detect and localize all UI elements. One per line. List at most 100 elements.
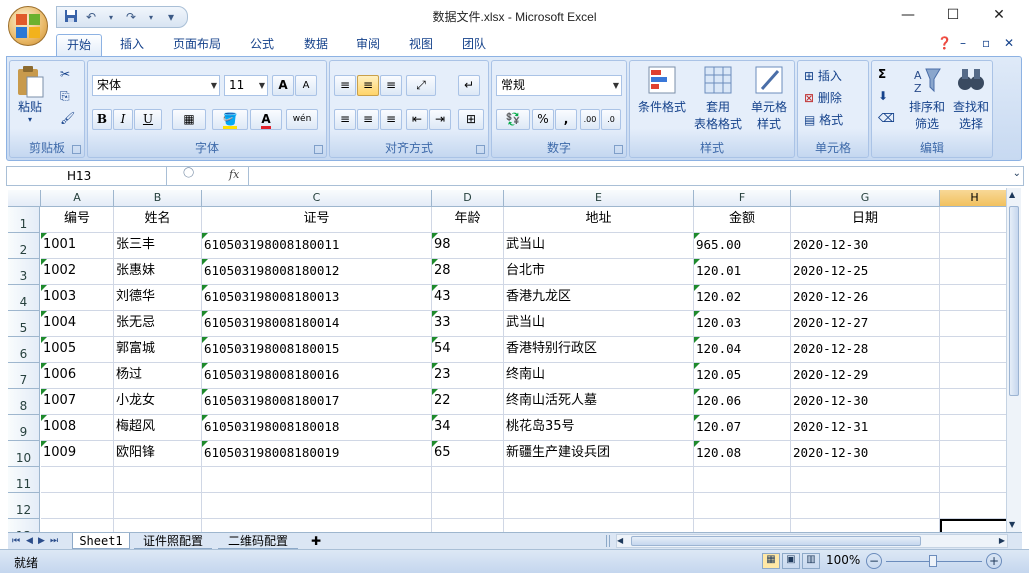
table-cell[interactable]: 610503198008180016 <box>202 363 432 389</box>
table-cell[interactable]: 小龙女 <box>114 389 202 415</box>
increase-decimal-button[interactable]: .00 <box>580 109 600 130</box>
scroll-left-icon[interactable]: ◀ <box>617 535 623 547</box>
alignment-launcher-icon[interactable] <box>476 145 485 154</box>
align-middle-button[interactable]: ≡ <box>357 75 379 96</box>
table-cell[interactable]: 张无忌 <box>114 311 202 337</box>
grow-font-button[interactable]: A <box>272 75 294 96</box>
maximize-button[interactable]: ☐ <box>930 0 976 30</box>
close-button[interactable]: ✕ <box>976 0 1022 30</box>
scroll-up-icon[interactable]: ▲ <box>1009 190 1019 200</box>
table-cell[interactable]: 22 <box>432 389 504 415</box>
sort-filter-button[interactable]: AZ 排序和 筛选 <box>906 65 948 132</box>
format-as-table-button[interactable]: 套用 表格格式 <box>692 65 744 132</box>
fill-color-button[interactable]: 🪣 <box>212 109 248 130</box>
table-cell[interactable]: 香港特别行政区 <box>504 337 694 363</box>
table-cell[interactable] <box>202 467 432 493</box>
table-cell[interactable]: 610503198008180017 <box>202 389 432 415</box>
table-cell[interactable]: 120.03 <box>694 311 791 337</box>
help-icon[interactable]: ❓ <box>937 36 952 50</box>
align-top-button[interactable]: ≡ <box>334 75 356 96</box>
table-cell[interactable]: 香港九龙区 <box>504 285 694 311</box>
row-header[interactable]: 2 <box>8 233 40 259</box>
column-header[interactable]: D <box>432 190 504 207</box>
table-cell[interactable] <box>940 311 1006 337</box>
office-button[interactable] <box>8 6 48 46</box>
row-header[interactable]: 6 <box>8 337 40 363</box>
table-cell[interactable]: 张惠妹 <box>114 259 202 285</box>
table-cell[interactable]: 郭富城 <box>114 337 202 363</box>
clipboard-launcher-icon[interactable] <box>72 145 81 154</box>
table-cell[interactable]: 610503198008180014 <box>202 311 432 337</box>
font-launcher-icon[interactable] <box>314 145 323 154</box>
undo-dropdown-icon[interactable]: ▾ <box>103 13 119 22</box>
table-cell[interactable] <box>940 363 1006 389</box>
cell-styles-button[interactable]: 单元格 样式 <box>746 65 792 132</box>
insert-sheet-icon[interactable]: ✚ <box>304 533 328 549</box>
autosum-button[interactable]: Σ <box>878 67 886 81</box>
table-cell[interactable] <box>504 493 694 519</box>
header-cell[interactable]: 证号 <box>202 207 432 233</box>
table-cell[interactable] <box>114 493 202 519</box>
header-cell[interactable]: 金额 <box>694 207 791 233</box>
table-cell[interactable]: 610503198008180019 <box>202 441 432 467</box>
table-cell[interactable]: 120.04 <box>694 337 791 363</box>
conditional-formatting-button[interactable]: 条件格式 <box>634 65 690 115</box>
table-cell[interactable]: 2020-12-27 <box>791 311 940 337</box>
table-cell[interactable]: 23 <box>432 363 504 389</box>
delete-cells-button[interactable]: ⊠ 删除 <box>804 89 842 106</box>
table-cell[interactable] <box>791 467 940 493</box>
insert-cells-button[interactable]: ⊞ 插入 <box>804 67 842 84</box>
table-cell[interactable] <box>432 519 504 532</box>
table-cell[interactable] <box>41 519 114 532</box>
table-cell[interactable]: 610503198008180013 <box>202 285 432 311</box>
column-header[interactable]: E <box>504 190 694 207</box>
table-cell[interactable]: 终南山 <box>504 363 694 389</box>
align-center-button[interactable]: ≡ <box>357 109 379 130</box>
table-cell[interactable]: 武当山 <box>504 233 694 259</box>
fill-button[interactable]: ⬇ <box>878 89 888 103</box>
table-cell[interactable]: 武当山 <box>504 311 694 337</box>
sheet-nav-next-icon[interactable]: ▶ <box>38 533 45 549</box>
table-cell[interactable] <box>791 519 940 532</box>
ribbon-close-icon[interactable]: ✕ <box>1004 36 1014 50</box>
table-cell[interactable]: 1004 <box>41 311 114 337</box>
table-cell[interactable] <box>940 389 1006 415</box>
table-cell[interactable]: 终南山活死人墓 <box>504 389 694 415</box>
table-cell[interactable]: 54 <box>432 337 504 363</box>
font-name-combo[interactable]: 宋体 ▼ <box>92 75 220 96</box>
font-color-button[interactable]: A <box>250 109 282 130</box>
number-launcher-icon[interactable] <box>614 145 623 154</box>
column-header[interactable]: H <box>940 190 1006 207</box>
table-cell[interactable]: 34 <box>432 415 504 441</box>
sheet-tab-sheet1[interactable]: Sheet1 <box>72 533 130 549</box>
table-cell[interactable] <box>41 493 114 519</box>
table-cell[interactable]: 桃花岛35号 <box>504 415 694 441</box>
table-cell[interactable]: 98 <box>432 233 504 259</box>
table-cell[interactable] <box>694 467 791 493</box>
table-cell[interactable] <box>202 493 432 519</box>
table-cell[interactable]: 2020-12-25 <box>791 259 940 285</box>
table-cell[interactable]: 965.00 <box>694 233 791 259</box>
paste-dropdown-icon[interactable]: ▾ <box>14 115 46 124</box>
row-header[interactable]: 9 <box>8 415 40 441</box>
table-cell[interactable]: 2020-12-31 <box>791 415 940 441</box>
table-cell[interactable]: 1006 <box>41 363 114 389</box>
table-cell[interactable]: 120.08 <box>694 441 791 467</box>
table-cell[interactable] <box>940 467 1006 493</box>
table-cell[interactable]: 1007 <box>41 389 114 415</box>
table-cell[interactable] <box>114 519 202 532</box>
comma-style-button[interactable]: , <box>555 109 577 130</box>
header-cell[interactable]: 姓名 <box>114 207 202 233</box>
vertical-scroll-thumb[interactable] <box>1009 206 1019 396</box>
tab-data[interactable]: 数据 <box>296 34 336 56</box>
column-header[interactable]: A <box>41 190 114 207</box>
tab-formulas[interactable]: 公式 <box>242 34 282 56</box>
table-cell[interactable] <box>940 337 1006 363</box>
row-header[interactable]: 5 <box>8 311 40 337</box>
insert-function-button[interactable]: fx <box>229 168 239 181</box>
select-all-corner[interactable] <box>8 190 41 207</box>
table-cell[interactable]: 120.06 <box>694 389 791 415</box>
table-cell[interactable]: 1002 <box>41 259 114 285</box>
redo-dropdown-icon[interactable]: ▾ <box>143 13 159 22</box>
table-cell[interactable]: 610503198008180018 <box>202 415 432 441</box>
